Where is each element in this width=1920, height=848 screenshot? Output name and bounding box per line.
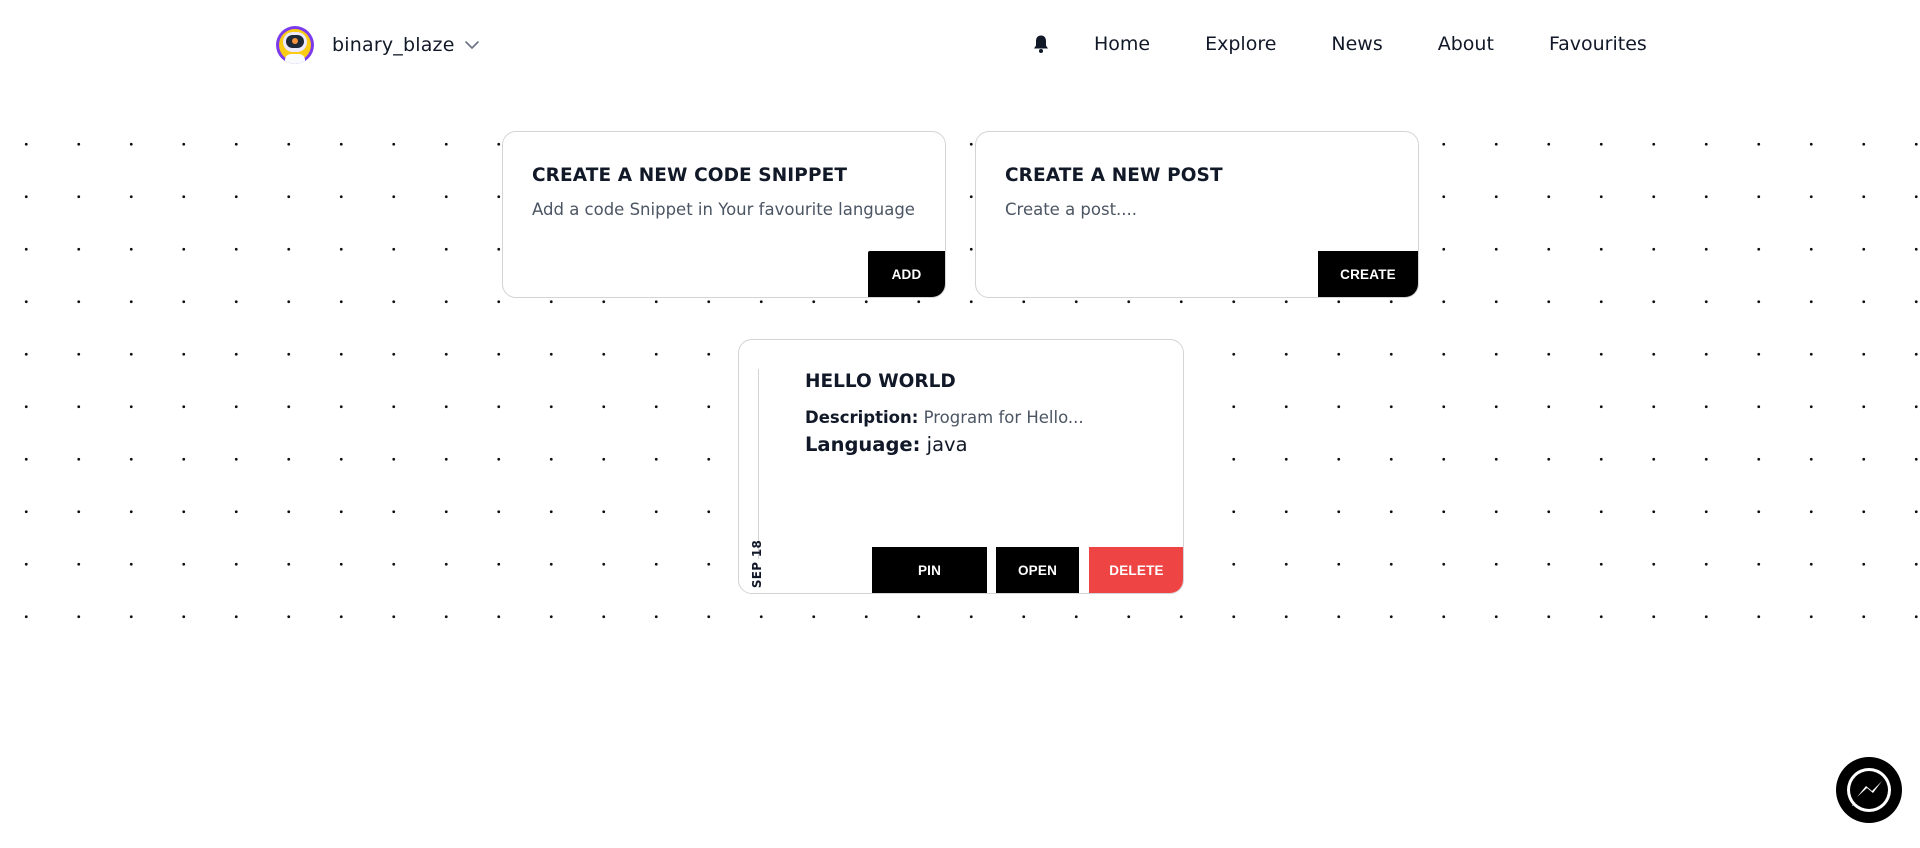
language-label: Language: <box>805 433 921 456</box>
card-description: Add a code Snippet in Your favourite lan… <box>532 200 915 219</box>
language-value: java <box>926 433 968 456</box>
divider <box>758 369 759 559</box>
snippet-description: Description: Program for Hello... <box>805 408 1084 427</box>
description-label: Description: <box>805 408 919 427</box>
delete-button[interactable]: DELETE <box>1089 547 1183 593</box>
create-post-card: CREATE A NEW POST Create a post.... CREA… <box>975 131 1419 298</box>
nav-favourites[interactable]: Favourites <box>1549 33 1647 55</box>
chevron-down-icon[interactable] <box>463 36 481 54</box>
user-menu[interactable]: binary_blaze <box>276 26 481 64</box>
add-snippet-button[interactable]: ADD <box>868 251 945 297</box>
snippet-card: SEP 18 HELLO WORLD Description: Program … <box>738 339 1184 594</box>
snippet-date: SEP 18 <box>747 540 767 588</box>
pin-button[interactable]: PIN <box>872 547 987 593</box>
nav-about[interactable]: About <box>1438 33 1494 55</box>
nav-home[interactable]: Home <box>1094 33 1150 55</box>
card-title: CREATE A NEW CODE SNIPPET <box>532 165 848 186</box>
open-button[interactable]: OPEN <box>996 547 1079 593</box>
avatar <box>276 26 314 64</box>
main-nav: Home Explore News About Favourites <box>1030 28 1647 60</box>
bell-icon[interactable] <box>1030 33 1052 55</box>
snippet-language: Language: java <box>805 433 968 456</box>
card-title: CREATE A NEW POST <box>1005 165 1223 186</box>
card-description: Create a post.... <box>1005 200 1138 219</box>
date-label: SEP 18 <box>750 539 764 589</box>
nav-news[interactable]: News <box>1331 33 1382 55</box>
description-value: Program for Hello... <box>923 408 1084 427</box>
top-header: binary_blaze Home Explore News About Fav… <box>0 0 1920 90</box>
snippet-title: HELLO WORLD <box>805 371 956 392</box>
username: binary_blaze <box>332 34 455 56</box>
nav-explore[interactable]: Explore <box>1205 33 1276 55</box>
messenger-icon[interactable] <box>1836 757 1902 823</box>
create-post-button[interactable]: CREATE <box>1318 251 1418 297</box>
create-snippet-card: CREATE A NEW CODE SNIPPET Add a code Sni… <box>502 131 946 298</box>
